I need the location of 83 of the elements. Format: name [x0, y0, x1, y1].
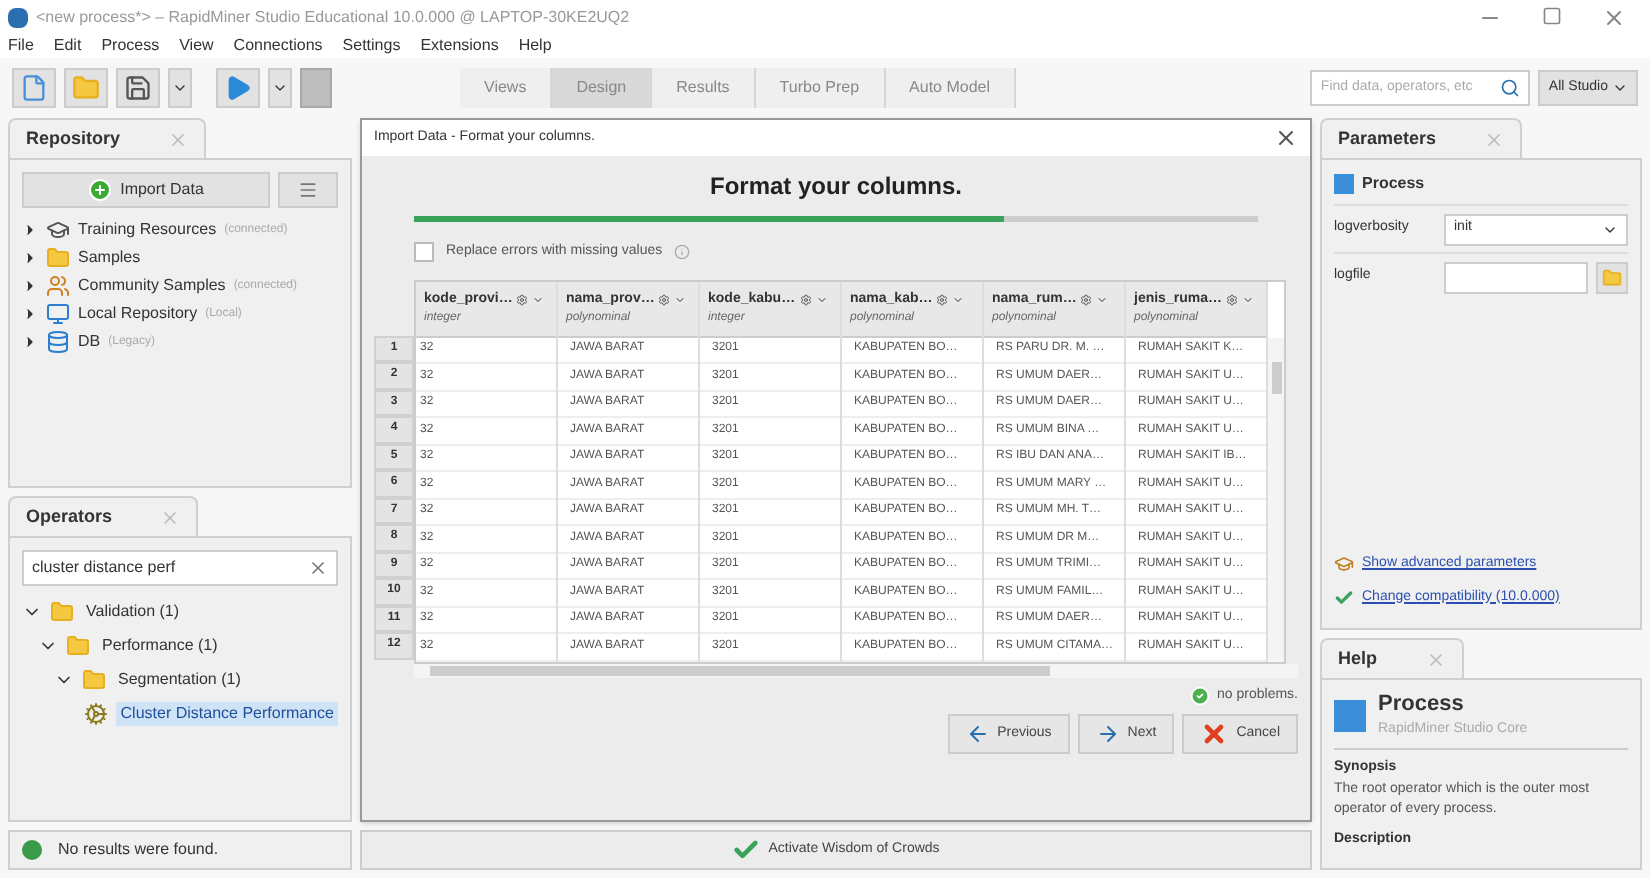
gear-icon[interactable]: [1225, 293, 1238, 306]
folder-icon: [50, 599, 74, 623]
caret-icon: [1612, 80, 1628, 96]
cap-icon: [46, 218, 70, 242]
monitor-icon: [46, 302, 70, 326]
people-icon: [46, 274, 70, 298]
folder-icon: [66, 633, 90, 657]
caret-icon[interactable]: [952, 293, 965, 306]
gear-icon[interactable]: [658, 293, 671, 306]
menu-item[interactable]: Connections: [233, 34, 323, 58]
caret-icon[interactable]: [674, 293, 687, 306]
tree-item[interactable]: Performance (1): [98, 633, 222, 657]
process-icon: [1334, 700, 1366, 733]
window-title: <new process*> – RapidMiner Studio Educational 10.0.000 @ LAPTOP-30KE2UQ2: [36, 5, 630, 29]
arrow-right-icon: [1095, 722, 1120, 746]
operator-icon: [84, 701, 109, 725]
dropdown-button[interactable]: [268, 68, 292, 108]
close-icon[interactable]: [1602, 5, 1626, 29]
play-icon: [224, 74, 252, 102]
caret-icon[interactable]: [815, 293, 828, 306]
folder-icon: [82, 667, 106, 691]
folder-icon: [46, 246, 70, 270]
gear-icon[interactable]: [799, 293, 812, 306]
panel-tab[interactable]: Parameters: [1320, 118, 1523, 158]
browse-button[interactable]: [1596, 261, 1628, 293]
arrow-left-icon: [965, 722, 990, 746]
close-icon[interactable]: [1274, 126, 1298, 150]
operator-search-field[interactable]: cluster distance perf: [22, 550, 338, 586]
info-icon: [674, 244, 691, 261]
check-icon: [732, 836, 761, 864]
panel-tab[interactable]: Help: [1320, 638, 1464, 678]
caret-icon[interactable]: [1096, 293, 1109, 306]
help-title: Process: [1378, 692, 1466, 720]
folder-icon: [1602, 267, 1622, 287]
page-icon: [20, 74, 48, 102]
tree-item[interactable]: Cluster Distance Performance: [116, 701, 338, 725]
clear-icon[interactable]: [308, 558, 328, 578]
menu-icon: [298, 180, 318, 200]
new-button[interactable]: [12, 68, 56, 108]
dialog-heading: Format your columns.: [707, 170, 965, 204]
gear-icon[interactable]: [516, 293, 529, 306]
gear-icon[interactable]: [936, 293, 949, 306]
tree-item[interactable]: Segmentation (1): [114, 667, 245, 691]
gear-icon[interactable]: [1080, 293, 1093, 306]
menu-item[interactable]: Edit: [53, 34, 82, 58]
panel-tab[interactable]: Repository: [8, 118, 207, 158]
menu-item[interactable]: Help: [518, 34, 552, 58]
repository-item[interactable]: Community Samples: [78, 274, 226, 298]
database-icon: [46, 330, 70, 354]
run-button[interactable]: [216, 68, 260, 108]
menu-item[interactable]: Extensions: [420, 34, 499, 58]
import-data-button[interactable]: Import Data: [22, 172, 270, 208]
menu-item[interactable]: Process: [101, 34, 160, 58]
check-circle-icon: [1189, 685, 1210, 706]
status-bar: No results were found.: [8, 830, 352, 870]
file-field[interactable]: [1444, 261, 1588, 293]
operator-name: Process: [1362, 172, 1425, 196]
app-logo-icon: [8, 7, 28, 27]
maximize-icon[interactable]: [1542, 5, 1562, 25]
menu-item[interactable]: View: [179, 34, 214, 58]
cancel-icon: [1200, 720, 1229, 748]
folder-icon: [72, 74, 100, 102]
repository-item[interactable]: DB: [78, 330, 101, 354]
menu-item[interactable]: Settings: [342, 34, 401, 58]
dropdown-button[interactable]: [168, 68, 192, 108]
caret-icon[interactable]: [1241, 293, 1254, 306]
caret-icon: [272, 80, 288, 96]
save-button[interactable]: [116, 68, 160, 108]
repository-item[interactable]: Training Resources: [78, 218, 217, 242]
process-icon: [1334, 174, 1354, 194]
menu-item[interactable]: File: [8, 34, 34, 58]
menu-button[interactable]: [278, 172, 338, 208]
search-icon: [1500, 78, 1521, 98]
vertical-scrollbar[interactable]: [1268, 337, 1284, 661]
panel-tab[interactable]: Operators: [8, 496, 199, 536]
repository-item[interactable]: Local Repository: [78, 302, 198, 326]
caret-icon[interactable]: [532, 293, 545, 306]
check-icon: [1334, 587, 1354, 608]
plus-icon: [88, 178, 113, 202]
tree-item[interactable]: Validation (1): [82, 599, 184, 623]
caret-icon: [172, 80, 188, 96]
checkbox[interactable]: [414, 242, 434, 263]
repository-item[interactable]: Samples: [78, 246, 141, 270]
